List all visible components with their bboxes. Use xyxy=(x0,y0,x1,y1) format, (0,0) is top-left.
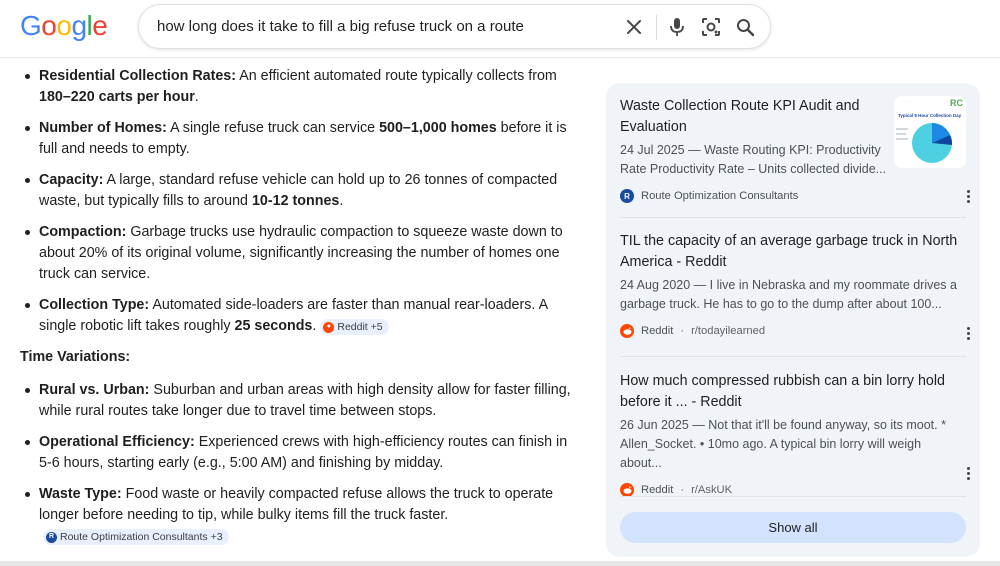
header: Google xyxy=(0,0,1000,58)
microphone-icon[interactable] xyxy=(664,14,690,40)
ai-overview-content: Residential Collection Rates: An efficie… xyxy=(20,66,580,557)
card-title[interactable]: How much compressed rubbish can a bin lo… xyxy=(620,371,966,413)
card-title[interactable]: TIL the capacity of an average garbage t… xyxy=(620,231,966,273)
list-item: Number of Homes: A single refuse truck c… xyxy=(20,118,580,160)
logo-letter: e xyxy=(92,10,108,41)
list-item: Operational Efficiency: Experienced crew… xyxy=(20,432,580,474)
card-divider xyxy=(620,217,966,218)
logo-letter: g xyxy=(71,10,87,41)
list-item: Rural vs. Urban: Suburban and urban area… xyxy=(20,380,580,422)
card-snippet: 24 Jul 2025 — Waste Routing KPI: Product… xyxy=(620,143,887,176)
card-divider xyxy=(620,496,966,497)
source-name: Reddit xyxy=(641,325,674,337)
card-source: Reddit · r/todayilearned xyxy=(620,324,966,338)
subreddit: r/todayilearned xyxy=(691,325,766,337)
logo-letter: o xyxy=(41,10,57,41)
logo-letter: G xyxy=(20,10,42,41)
horizontal-scrollbar[interactable] xyxy=(0,561,1000,566)
section-title: Time Variations: xyxy=(20,349,131,365)
list-item: Residential Collection Rates: An efficie… xyxy=(20,66,580,108)
chip-label: Route Optimization Consultants +3 xyxy=(60,531,223,543)
source-name: Route Optimization Consultants xyxy=(641,190,799,202)
chip-label: Reddit +5 xyxy=(337,321,383,333)
source-card[interactable]: TIL the capacity of an average garbage t… xyxy=(620,231,966,338)
source-name: Reddit xyxy=(641,484,674,496)
source-card[interactable]: How much compressed rubbish can a bin lo… xyxy=(620,371,966,497)
search-icon[interactable] xyxy=(732,14,758,40)
search-divider xyxy=(656,15,657,40)
bullet-list: Residential Collection Rates: An efficie… xyxy=(20,66,580,337)
search-box xyxy=(138,4,771,49)
list-item: Waste Type: Food waste or heavily compac… xyxy=(20,484,580,547)
lens-icon[interactable] xyxy=(698,14,724,40)
card-title[interactable]: Waste Collection Route KPI Audit and Eva… xyxy=(620,96,868,138)
card-source: R Route Optimization Consultants xyxy=(620,189,966,203)
list-item: Capacity: A large, standard refuse vehic… xyxy=(20,170,580,212)
more-options-icon[interactable] xyxy=(960,188,976,204)
logo-letter: o xyxy=(56,10,72,41)
thumb-caption: · · · · · · · · · xyxy=(898,99,914,103)
roc-icon: R xyxy=(620,189,634,203)
show-all-button[interactable]: Show all xyxy=(620,512,966,543)
card-divider xyxy=(620,356,966,357)
list-item: Compaction: Garbage trucks use hydraulic… xyxy=(20,222,580,285)
subreddit: r/AskUK xyxy=(691,484,733,496)
source-chip-reddit[interactable]: ● Reddit +5 xyxy=(320,319,389,335)
thumb-logo: RC xyxy=(950,98,963,108)
source-chip-roc[interactable]: R Route Optimization Consultants +3 xyxy=(43,529,229,545)
list-item: Collection Type: Automated side-loaders … xyxy=(20,295,580,337)
thumb-title: Typical 8 Hour Collection Day xyxy=(898,113,962,118)
sources-panel: Waste Collection Route KPI Audit and Eva… xyxy=(606,83,980,557)
more-options-icon[interactable] xyxy=(960,465,976,481)
search-input[interactable] xyxy=(157,5,597,48)
google-logo[interactable]: Google xyxy=(20,10,108,42)
card-snippet: 26 Jun 2025 — Not that it'll be found an… xyxy=(620,418,946,470)
reddit-icon xyxy=(620,483,634,497)
more-options-icon[interactable] xyxy=(960,325,976,341)
thumb-pie-chart xyxy=(896,123,953,163)
close-icon[interactable] xyxy=(621,14,647,40)
reddit-icon xyxy=(620,324,634,338)
card-thumbnail[interactable]: · · · · · · · · · RC Typical 8 Hour Coll… xyxy=(894,96,966,168)
bullet-list: Rural vs. Urban: Suburban and urban area… xyxy=(20,380,580,547)
card-source: Reddit · r/AskUK xyxy=(620,483,966,497)
card-snippet: 24 Aug 2020 — I live in Nebraska and my … xyxy=(620,278,957,311)
reddit-icon: ● xyxy=(323,321,335,333)
dot-separator: · xyxy=(680,484,685,496)
dot-separator: · xyxy=(680,325,685,337)
roc-icon: R xyxy=(46,531,57,543)
